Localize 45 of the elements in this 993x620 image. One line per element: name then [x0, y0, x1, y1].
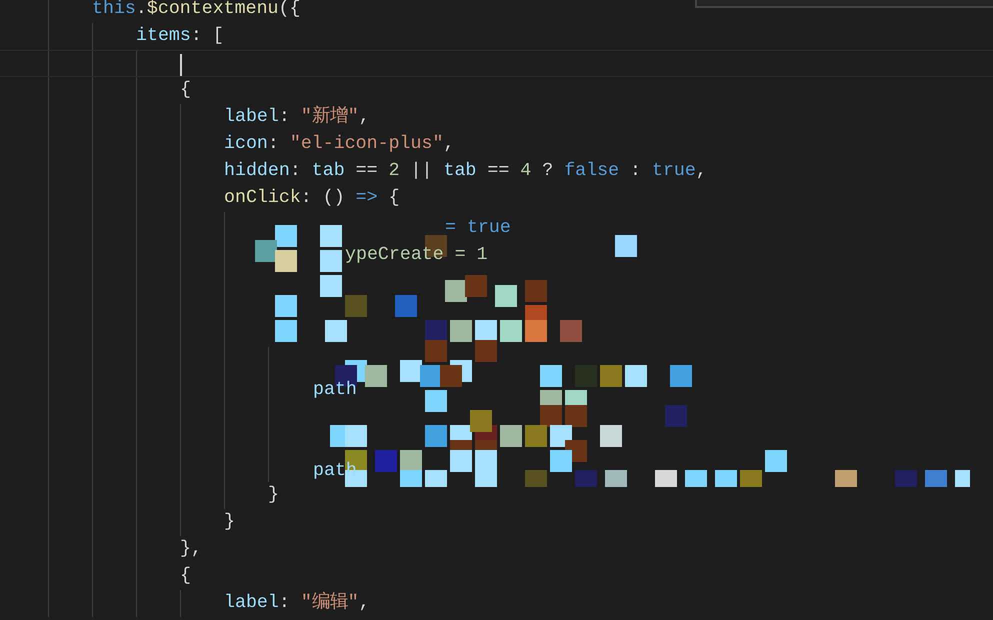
- code-token: "el-icon-plus": [290, 133, 444, 156]
- code-token: 4: [520, 160, 532, 183]
- text-cursor: [180, 54, 182, 76]
- code-token: : [: [190, 25, 224, 48]
- code-token: :: [278, 106, 291, 129]
- code-token: ,: [358, 592, 370, 615]
- code-token: ||: [410, 160, 434, 183]
- code-token: false: [564, 160, 620, 183]
- code-token: }: [268, 484, 279, 507]
- code-token: ==: [354, 160, 379, 183]
- code-token: items: [136, 25, 191, 48]
- code-token: tab: [443, 160, 476, 183]
- code-fragment: ypeCreate = 1: [345, 244, 488, 266]
- code-token: ,: [696, 160, 707, 183]
- code-token: }: [224, 511, 235, 534]
- code-token: {: [180, 565, 191, 588]
- code-token: tab: [312, 160, 345, 183]
- code-token: ?: [541, 160, 554, 183]
- code-token: true: [652, 160, 696, 183]
- code-fragment: path: [313, 379, 357, 401]
- code-token: this: [92, 0, 136, 21]
- code-token: "新增": [300, 104, 359, 129]
- code-token: ==: [486, 160, 510, 183]
- code-token: },: [180, 538, 202, 561]
- code-token: :: [629, 160, 642, 183]
- code-token: icon: [224, 133, 268, 156]
- code-token: 2: [388, 160, 400, 183]
- code-token: ({: [278, 0, 300, 21]
- code-token: label: [224, 106, 279, 129]
- code-token: label: [224, 592, 279, 615]
- code-token: hidden: [224, 160, 290, 183]
- code-token: .: [136, 0, 147, 21]
- code-token: :: [290, 160, 302, 183]
- code-token: :: [278, 592, 291, 615]
- code-token: $contextmenu: [146, 0, 279, 21]
- code-token: ,: [358, 106, 370, 129]
- code-fragment: = true: [445, 217, 511, 239]
- code-token: ,: [443, 133, 454, 156]
- code-token: {: [388, 187, 400, 210]
- code-token: "编辑": [300, 590, 359, 615]
- code-token: =>: [356, 187, 378, 210]
- code-token: onClick: [224, 187, 301, 210]
- code-token: {: [180, 79, 191, 102]
- code-token: :: [268, 133, 280, 156]
- code-token: : (): [300, 187, 346, 210]
